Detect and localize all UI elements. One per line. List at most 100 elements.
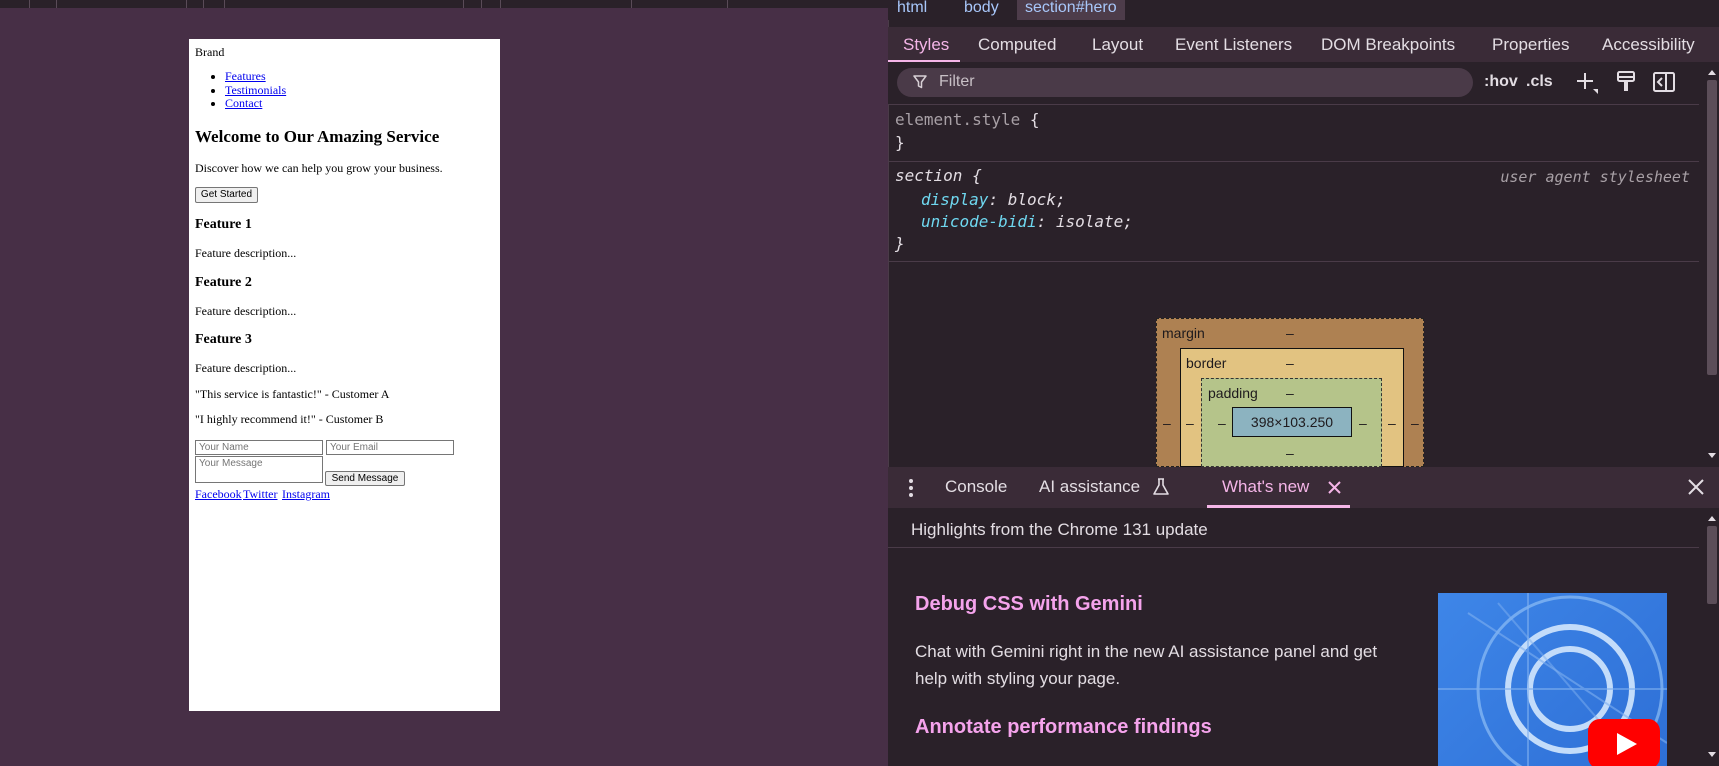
border-left-value[interactable]: – (1186, 415, 1194, 431)
toggle-sidebar-icon[interactable] (1652, 70, 1676, 94)
name-input[interactable]: Your Name (195, 440, 323, 455)
flask-icon (1153, 478, 1169, 495)
brand: Brand (195, 45, 225, 59)
section-rule[interactable]: section { (895, 166, 982, 185)
hov-button[interactable]: :hov (1484, 73, 1518, 91)
more-tabs-icon[interactable] (909, 479, 913, 497)
drawer-toolbar: Console AI assistance What's new (888, 467, 1719, 508)
tab-event-listeners[interactable]: Event Listeners (1175, 35, 1292, 55)
page-viewport: Brand Features Testimonials Contact Welc… (0, 0, 888, 766)
testimonial: "I highly recommend it!" - Customer B (195, 412, 384, 426)
scroll-down-icon[interactable] (1707, 452, 1717, 460)
user-agent-stylesheet-link[interactable]: user agent stylesheet (1500, 168, 1690, 186)
feature-title: Feature 2 (195, 275, 252, 290)
styles-toolbar: Filter :hov .cls (888, 62, 1699, 104)
padding-left-value[interactable]: – (1218, 415, 1226, 431)
social-link-facebook[interactable]: Facebook (195, 487, 242, 502)
property-name: unicode-bidi (921, 212, 1037, 231)
feature-description: Chat with Gemini right in the new AI ass… (915, 642, 1378, 688)
ruler-tick (56, 0, 57, 8)
divider (888, 104, 1699, 105)
devtools-panel: html body section#hero Styles Computed L… (888, 0, 1719, 766)
sidebar-tabs: Styles Computed Layout Event Listeners D… (888, 27, 1719, 62)
feature-desc: Feature description... (195, 246, 297, 260)
element-style-rule[interactable]: element.style { (895, 110, 1040, 129)
ruler-tick (29, 0, 30, 8)
scrollbar-thumb[interactable] (1707, 526, 1717, 604)
bullet (211, 89, 215, 93)
tab-styles[interactable]: Styles (903, 35, 949, 55)
nav-link-contact[interactable]: Contact (225, 96, 262, 111)
box-model-content[interactable]: 398×103.250 (1232, 407, 1352, 437)
tab-ai-assistance[interactable]: AI assistance (1039, 477, 1140, 497)
message-textarea[interactable]: Your Message (195, 456, 323, 483)
property-value: isolate (1055, 212, 1124, 231)
send-message-button[interactable]: Send Message (325, 471, 405, 486)
scrollbar-thumb[interactable] (1707, 80, 1717, 375)
tab-console[interactable]: Console (945, 477, 1007, 497)
ruler-tick (186, 0, 187, 8)
hero-title: Welcome to Our Amazing Service (195, 127, 440, 146)
tab-layout[interactable]: Layout (1092, 35, 1143, 55)
tab-computed[interactable]: Computed (978, 35, 1056, 55)
rule-close-brace: } (895, 133, 905, 152)
declaration[interactable]: unicode-bidi: isolate; (921, 212, 1133, 231)
bullet (211, 75, 215, 79)
ruler-tick (463, 0, 464, 8)
margin-label: margin (1162, 325, 1205, 341)
close-tab-icon[interactable] (1328, 481, 1341, 494)
ruler-tick (631, 0, 632, 8)
divider (888, 161, 1699, 162)
hero-text: Discover how we can help you grow your b… (195, 161, 443, 175)
close-drawer-icon[interactable] (1688, 479, 1704, 495)
nav-link-features[interactable]: Features (225, 69, 266, 84)
scroll-up-icon[interactable] (1707, 68, 1717, 76)
divider (888, 547, 1699, 548)
ruler (0, 0, 888, 8)
property-name: display (921, 190, 989, 209)
get-started-button[interactable]: Get Started (195, 187, 258, 203)
padding-right-value[interactable]: – (1359, 415, 1367, 431)
cls-button[interactable]: .cls (1526, 73, 1553, 91)
tab-properties[interactable]: Properties (1492, 35, 1569, 55)
paint-brush-icon[interactable] (1615, 70, 1637, 94)
scroll-up-icon[interactable] (1707, 514, 1717, 522)
element-style-selector: element.style (895, 110, 1021, 129)
testimonial: "This service is fantastic!" - Customer … (195, 387, 390, 401)
tab-accessibility[interactable]: Accessibility (1602, 35, 1695, 55)
filter-input[interactable]: Filter (897, 68, 1473, 97)
declaration[interactable]: display: block; (921, 190, 1066, 209)
breadcrumb: html body section#hero (888, 0, 1719, 20)
breadcrumb-body[interactable]: body (956, 0, 1007, 20)
tab-dom-breakpoints[interactable]: DOM Breakpoints (1321, 35, 1455, 55)
property-value: block (1007, 190, 1056, 209)
breadcrumb-section-hero[interactable]: section#hero (1017, 0, 1125, 20)
social-link-instagram[interactable]: Instagram (282, 487, 330, 502)
feature-title: Feature 3 (195, 332, 252, 347)
padding-bottom-value[interactable]: – (1286, 445, 1294, 461)
feature-desc: Feature description... (195, 361, 297, 375)
drawer-scrollbar[interactable] (1699, 508, 1719, 766)
scroll-down-icon[interactable] (1707, 751, 1717, 759)
feature-heading[interactable]: Annotate performance findings (915, 716, 1212, 739)
styles-scrollbar[interactable] (1699, 62, 1719, 467)
border-right-value[interactable]: – (1388, 415, 1396, 431)
divider (888, 261, 1699, 262)
bullet (211, 102, 215, 106)
feature-heading[interactable]: Debug CSS with Gemini (915, 593, 1143, 616)
ruler-tick (224, 0, 225, 8)
margin-right-value[interactable]: – (1411, 415, 1419, 431)
youtube-play-icon[interactable] (1588, 719, 1660, 766)
margin-left-value[interactable]: – (1163, 415, 1171, 431)
new-style-rule-icon[interactable] (1574, 70, 1600, 96)
filter-placeholder: Filter (939, 73, 975, 90)
margin-top-value[interactable]: – (1286, 325, 1294, 341)
video-thumbnail[interactable] (1438, 593, 1667, 766)
padding-top-value[interactable]: – (1286, 385, 1294, 401)
tab-whats-new[interactable]: What's new (1222, 477, 1309, 497)
breadcrumb-html[interactable]: html (889, 0, 935, 20)
email-input[interactable]: Your Email (326, 440, 454, 455)
social-link-twitter[interactable]: Twitter (243, 487, 277, 502)
ruler-tick (481, 0, 482, 8)
border-top-value[interactable]: – (1286, 355, 1294, 371)
